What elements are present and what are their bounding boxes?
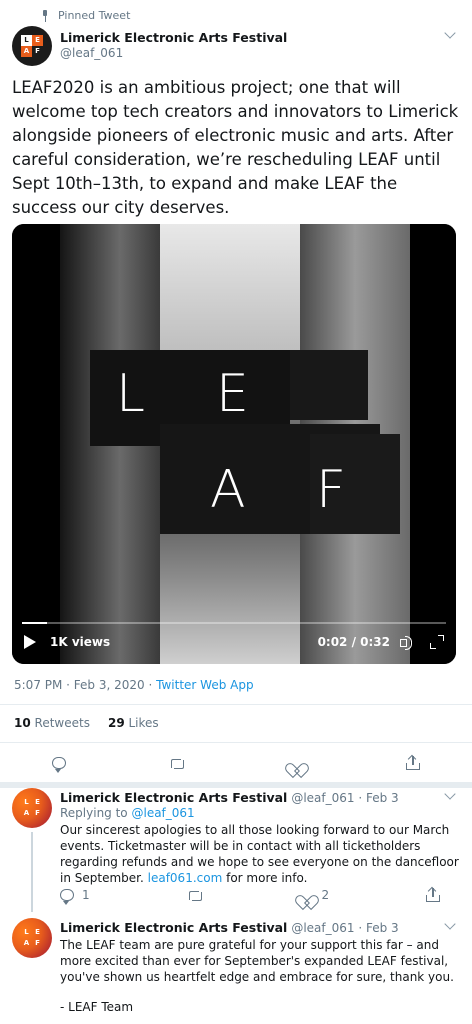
reply-signoff: - LEAF Team — [60, 1000, 134, 1014]
video-letter-a: A — [210, 460, 246, 520]
share-button[interactable] — [406, 754, 421, 770]
leaf-logo: LE AF — [21, 35, 43, 57]
reply-button[interactable]: 1 — [60, 888, 90, 905]
reply-actions: 1 2 — [60, 886, 440, 905]
tweet-client-link[interactable]: Twitter Web App — [156, 678, 253, 692]
retweet-icon — [169, 757, 185, 769]
volume-icon[interactable] — [400, 635, 416, 650]
share-button[interactable] — [426, 886, 440, 902]
reply-author-name[interactable]: Limerick Electronic Arts Festival — [60, 920, 287, 935]
video-letter-l: L — [116, 364, 145, 424]
tweet-meta: 5:07 PM · Feb 3, 2020 · Twitter Web App — [14, 678, 254, 692]
author-name[interactable]: Limerick Electronic Arts Festival — [60, 30, 287, 45]
reply-author-handle[interactable]: @leaf_061 · Feb 3 — [291, 791, 398, 805]
video-letter-f: F — [316, 460, 346, 520]
divider — [0, 742, 472, 743]
reply-link[interactable]: leaf061.com — [148, 871, 223, 885]
reply-tweet[interactable]: Limerick Electronic Arts Festival @leaf_… — [60, 790, 460, 886]
fullscreen-icon[interactable] — [430, 635, 444, 649]
tweet-timestamp[interactable]: 5:07 PM · Feb 3, 2020 · — [14, 678, 152, 692]
reply-button[interactable] — [51, 757, 66, 773]
tweet-stats: 10 Retweets 29 Likes — [14, 716, 159, 730]
tweet-text: LEAF2020 is an ambitious project; one th… — [12, 78, 459, 217]
video-player[interactable]: L E A F 1K views 0:02 / 0:32 — [12, 224, 456, 664]
pin-icon — [40, 9, 50, 22]
author-handle[interactable]: @leaf_061 — [60, 46, 123, 60]
share-icon — [426, 886, 440, 902]
play-icon[interactable] — [24, 635, 36, 649]
like-icon — [289, 757, 303, 770]
reply-tweet[interactable]: Limerick Electronic Arts Festival @leaf_… — [60, 920, 460, 1015]
tweet-actions — [0, 752, 472, 774]
reply-text: The LEAF team are pure grateful for your… — [60, 938, 454, 984]
likes-stat[interactable]: 29 Likes — [108, 716, 159, 730]
like-icon — [299, 889, 313, 902]
divider — [0, 704, 472, 705]
retweets-stat[interactable]: 10 Retweets — [14, 716, 90, 730]
replying-to-handle[interactable]: @leaf_061 — [131, 806, 194, 820]
like-button[interactable] — [289, 757, 303, 770]
pinned-label: Pinned Tweet — [40, 9, 130, 22]
reply-text: Our sincerest apologies to all those loo… — [60, 823, 459, 885]
reply-author-name[interactable]: Limerick Electronic Arts Festival — [60, 790, 287, 805]
section-divider — [0, 782, 472, 788]
chevron-down-icon[interactable] — [444, 27, 456, 39]
like-button[interactable]: 2 — [299, 888, 329, 902]
retweet-button[interactable] — [187, 888, 203, 902]
video-time: 0:02 / 0:32 — [317, 635, 390, 649]
retweet-button[interactable] — [169, 757, 185, 769]
video-frame — [12, 224, 456, 664]
share-icon — [406, 754, 421, 770]
avatar[interactable]: LE AF — [12, 26, 52, 66]
video-controls: 1K views 0:02 / 0:32 — [12, 620, 456, 664]
retweet-icon — [187, 889, 203, 901]
video-letter-e: E — [216, 364, 249, 424]
avatar[interactable]: LEAF — [12, 918, 52, 958]
video-views: 1K views — [50, 635, 111, 649]
reply-icon — [51, 757, 66, 773]
replying-to: Replying to @leaf_061 — [60, 806, 195, 820]
reply-author-handle[interactable]: @leaf_061 · Feb 3 — [291, 921, 398, 935]
reply-icon — [60, 889, 74, 905]
leaf-logo: LEAF — [23, 798, 40, 817]
thread-line — [31, 832, 33, 912]
avatar[interactable]: LEAF — [12, 788, 52, 828]
leaf-logo: LEAF — [23, 928, 40, 947]
